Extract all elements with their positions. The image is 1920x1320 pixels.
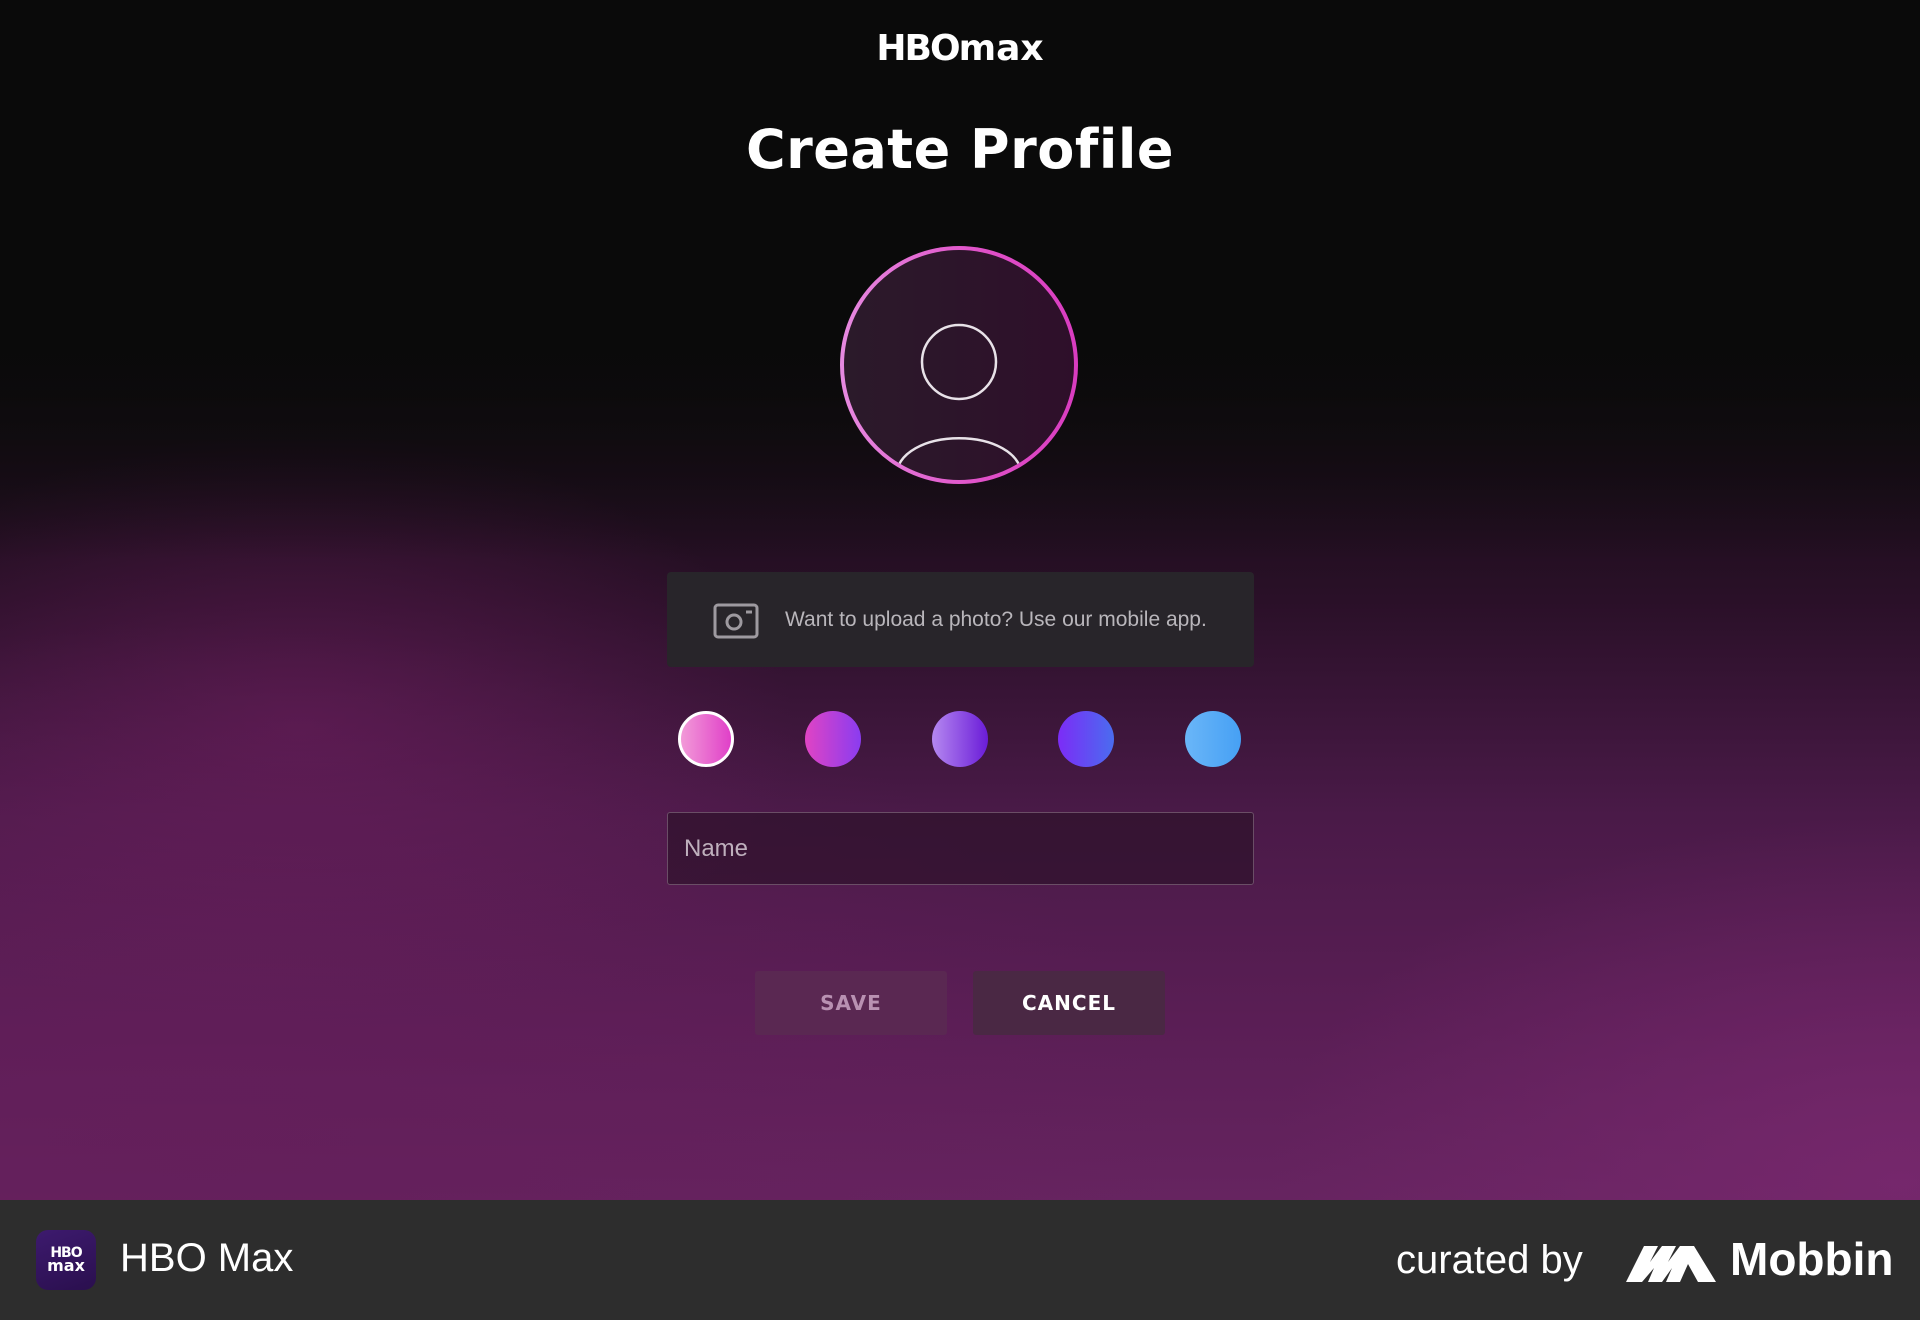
hbo-max-logo: HBOmax [0, 28, 1920, 69]
color-swatch-pink[interactable] [678, 711, 734, 767]
logo-hbo-text: HBO [876, 28, 960, 69]
app-icon-max-text: max [47, 1256, 85, 1276]
hbo-max-app-icon: HBO max [36, 1230, 96, 1290]
logo-max-text: max [958, 28, 1044, 69]
page-title: Create Profile [745, 118, 1174, 181]
user-silhouette-icon [894, 323, 1024, 479]
save-button[interactable]: SAVE [755, 971, 947, 1035]
color-swatch-sky-blue[interactable] [1185, 711, 1241, 767]
cancel-button[interactable]: CANCEL [973, 971, 1165, 1035]
profile-avatar[interactable] [840, 246, 1078, 484]
mobbin-brand-name: Mobbin [1730, 1233, 1894, 1285]
color-swatch-violet-blue[interactable] [1058, 711, 1114, 767]
upload-photo-notice: Want to upload a photo? Use our mobile a… [667, 572, 1254, 667]
mobbin-logo-icon [1626, 1246, 1716, 1282]
color-swatch-magenta-violet[interactable] [805, 711, 861, 767]
upload-notice-text: Want to upload a photo? Use our mobile a… [785, 607, 1207, 631]
color-swatch-lavender-purple[interactable] [932, 711, 988, 767]
app-name: HBO Max [120, 1236, 294, 1280]
camera-icon [713, 603, 759, 638]
name-input[interactable] [667, 812, 1254, 885]
curated-by-label: curated by [1396, 1238, 1583, 1282]
avatar-circle [844, 250, 1074, 480]
footer-bar: HBO max HBO Max curated by Mobbin [0, 1200, 1920, 1320]
